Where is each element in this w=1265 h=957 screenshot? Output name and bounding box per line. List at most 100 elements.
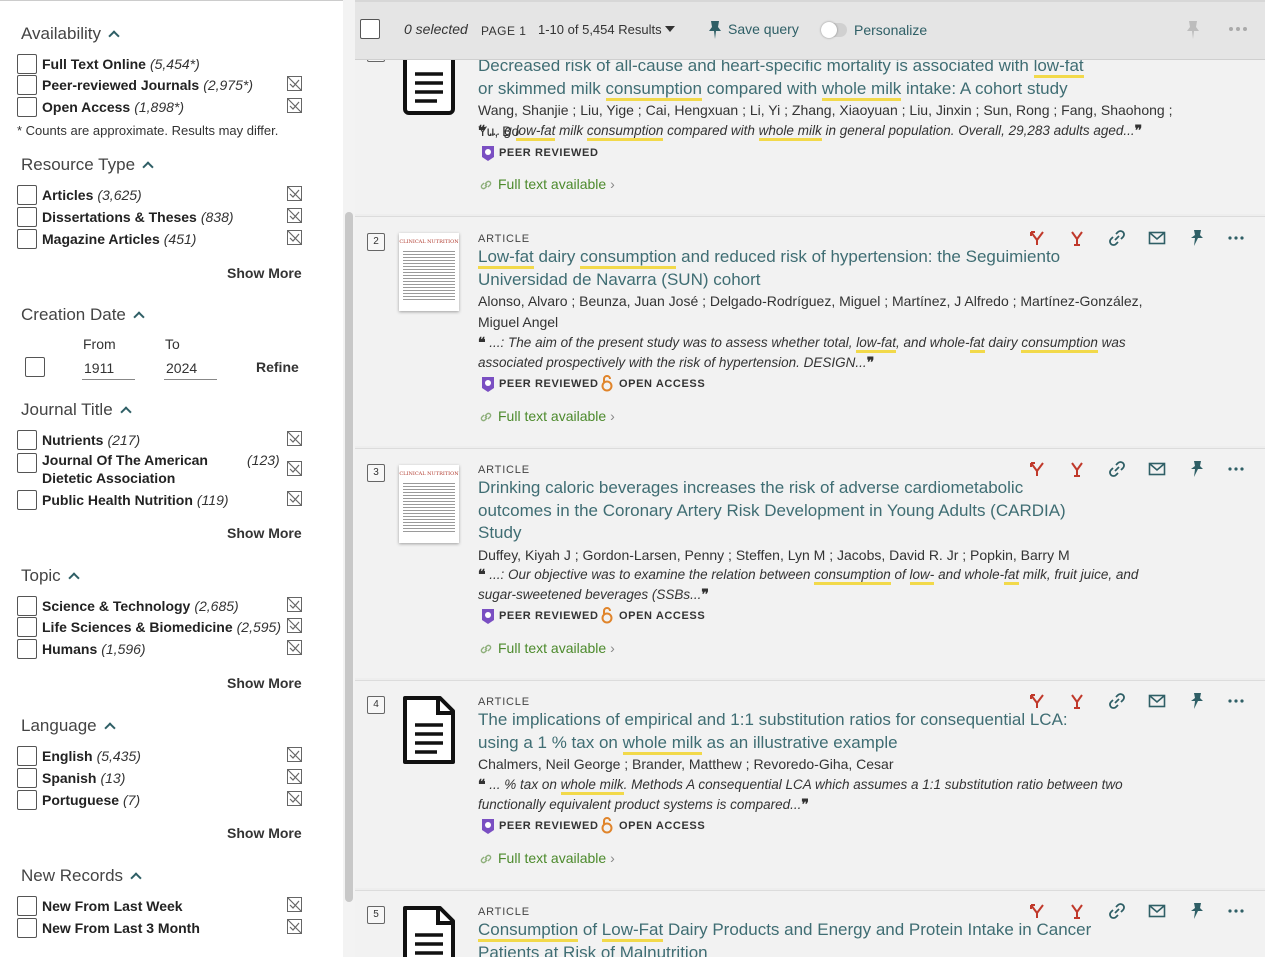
facet-option[interactable]: Science & Technology (2,685) xyxy=(17,595,317,617)
checkbox[interactable] xyxy=(17,790,37,810)
citation-icon[interactable] xyxy=(1028,460,1046,478)
exclude-icon[interactable] xyxy=(287,640,302,655)
link-icon[interactable] xyxy=(1108,692,1126,710)
checkbox[interactable] xyxy=(17,185,37,205)
facet-option[interactable]: Open Access (1,898*) xyxy=(17,96,317,118)
show-more-button[interactable]: Show More xyxy=(227,265,302,281)
result-title[interactable]: The implications of empirical and 1:1 su… xyxy=(478,709,1098,755)
show-more-button[interactable]: Show More xyxy=(227,825,302,841)
facet-option[interactable]: Spanish (13) xyxy=(17,767,317,789)
facet-availability-title[interactable]: Availability xyxy=(21,24,120,44)
more-icon[interactable] xyxy=(1227,229,1245,247)
facet-creation-date-title[interactable]: Creation Date xyxy=(21,305,145,325)
save-query-button[interactable]: Save query xyxy=(728,21,799,37)
checkbox[interactable] xyxy=(17,490,37,510)
sidebar-scrollbar[interactable] xyxy=(343,0,355,957)
checkbox[interactable] xyxy=(17,430,37,450)
facet-option[interactable]: English (5,435) xyxy=(17,745,317,767)
mail-icon[interactable] xyxy=(1148,460,1166,478)
exclude-icon[interactable] xyxy=(287,98,302,113)
more-icon[interactable] xyxy=(1227,460,1245,478)
result-number[interactable]: 4 xyxy=(367,696,385,714)
facet-option[interactable]: Portuguese (7) xyxy=(17,789,317,811)
facet-new-records-title[interactable]: New Records xyxy=(21,866,142,886)
facet-option[interactable]: Peer-reviewed Journals (2,975*) xyxy=(17,74,317,96)
more-icon[interactable] xyxy=(1227,902,1245,920)
result-title[interactable]: Low-fat dairy consumption and reduced ri… xyxy=(478,246,1098,291)
facet-option[interactable]: Humans (1,596) xyxy=(17,638,317,660)
link-icon[interactable] xyxy=(1108,229,1126,247)
full-text-link[interactable]: Full text available › xyxy=(498,176,615,192)
more-icon[interactable] xyxy=(1228,26,1248,32)
facet-option[interactable]: Articles (3,625) xyxy=(17,184,317,206)
select-all-checkbox[interactable] xyxy=(360,19,380,39)
exclude-icon[interactable] xyxy=(287,431,302,446)
pin-icon[interactable] xyxy=(1188,460,1206,478)
citation-icon[interactable] xyxy=(1028,692,1046,710)
full-text-link[interactable]: Full text available › xyxy=(498,850,615,866)
pin-icon[interactable] xyxy=(1188,229,1206,247)
cite-icon[interactable] xyxy=(1068,229,1086,247)
citation-icon[interactable] xyxy=(1028,902,1046,920)
checkbox[interactable] xyxy=(17,768,37,788)
document-icon[interactable] xyxy=(402,695,458,765)
show-more-button[interactable]: Show More xyxy=(227,525,302,541)
facet-option[interactable]: New From Last Week xyxy=(17,895,317,917)
full-text-link[interactable]: Full text available › xyxy=(498,408,615,424)
cite-icon[interactable] xyxy=(1068,460,1086,478)
to-year-input[interactable] xyxy=(164,356,217,380)
full-text-link[interactable]: Full text available › xyxy=(498,640,615,656)
checkbox[interactable] xyxy=(17,453,37,473)
facet-option[interactable]: Full Text Online (5,454*) xyxy=(17,53,317,75)
exclude-icon[interactable] xyxy=(287,791,302,806)
checkbox[interactable] xyxy=(25,357,45,377)
date-checkbox[interactable] xyxy=(25,356,47,378)
checkbox[interactable] xyxy=(17,75,37,95)
exclude-icon[interactable] xyxy=(287,186,302,201)
result-title[interactable]: Decreased risk of all-cause and heart-sp… xyxy=(478,55,1098,101)
facet-option[interactable]: Journal Of The American Dietetic Associa… xyxy=(17,452,317,486)
pin-icon[interactable] xyxy=(1188,902,1206,920)
exclude-icon[interactable] xyxy=(287,76,302,91)
checkbox[interactable] xyxy=(17,207,37,227)
result-title[interactable]: Consumption of Low-Fat Dairy Products an… xyxy=(478,919,1098,957)
facet-option[interactable]: Nutrients (217) xyxy=(17,429,317,451)
mail-icon[interactable] xyxy=(1148,902,1166,920)
checkbox[interactable] xyxy=(17,229,37,249)
facet-language-title[interactable]: Language xyxy=(21,716,116,736)
exclude-icon[interactable] xyxy=(287,491,302,506)
personalize-label[interactable]: Personalize xyxy=(854,22,927,38)
caret-down-icon[interactable] xyxy=(665,26,675,32)
journal-cover-thumbnail[interactable]: CLINICAL NUTRITION xyxy=(399,465,459,543)
citation-icon[interactable] xyxy=(1028,229,1046,247)
exclude-icon[interactable] xyxy=(287,208,302,223)
checkbox[interactable] xyxy=(17,896,37,916)
exclude-icon[interactable] xyxy=(287,618,302,633)
result-number[interactable]: 3 xyxy=(367,464,385,482)
more-icon[interactable] xyxy=(1227,692,1245,710)
facet-resource-type-title[interactable]: Resource Type xyxy=(21,155,154,175)
exclude-icon[interactable] xyxy=(287,747,302,762)
facet-option[interactable]: Magazine Articles (451) xyxy=(17,228,317,250)
from-year-input[interactable] xyxy=(82,356,135,380)
journal-cover-thumbnail[interactable]: CLINICAL NUTRITION xyxy=(399,233,459,311)
mail-icon[interactable] xyxy=(1148,692,1166,710)
mail-icon[interactable] xyxy=(1148,229,1166,247)
exclude-icon[interactable] xyxy=(287,461,302,476)
link-icon[interactable] xyxy=(1108,902,1126,920)
personalize-toggle[interactable] xyxy=(821,22,847,38)
refine-button[interactable]: Refine xyxy=(256,359,299,375)
facet-option[interactable]: Public Health Nutrition (119) xyxy=(17,489,317,511)
exclude-icon[interactable] xyxy=(287,897,302,912)
checkbox[interactable] xyxy=(17,639,37,659)
facet-option[interactable]: Life Sciences & Biomedicine (2,595) xyxy=(17,616,317,638)
cite-icon[interactable] xyxy=(1068,692,1086,710)
facet-topic-title[interactable]: Topic xyxy=(21,566,80,586)
checkbox[interactable] xyxy=(17,596,37,616)
checkbox[interactable] xyxy=(17,746,37,766)
checkbox[interactable] xyxy=(17,97,37,117)
pin-icon[interactable] xyxy=(1188,692,1206,710)
document-icon[interactable] xyxy=(402,905,458,957)
cite-icon[interactable] xyxy=(1068,902,1086,920)
link-icon[interactable] xyxy=(1108,460,1126,478)
